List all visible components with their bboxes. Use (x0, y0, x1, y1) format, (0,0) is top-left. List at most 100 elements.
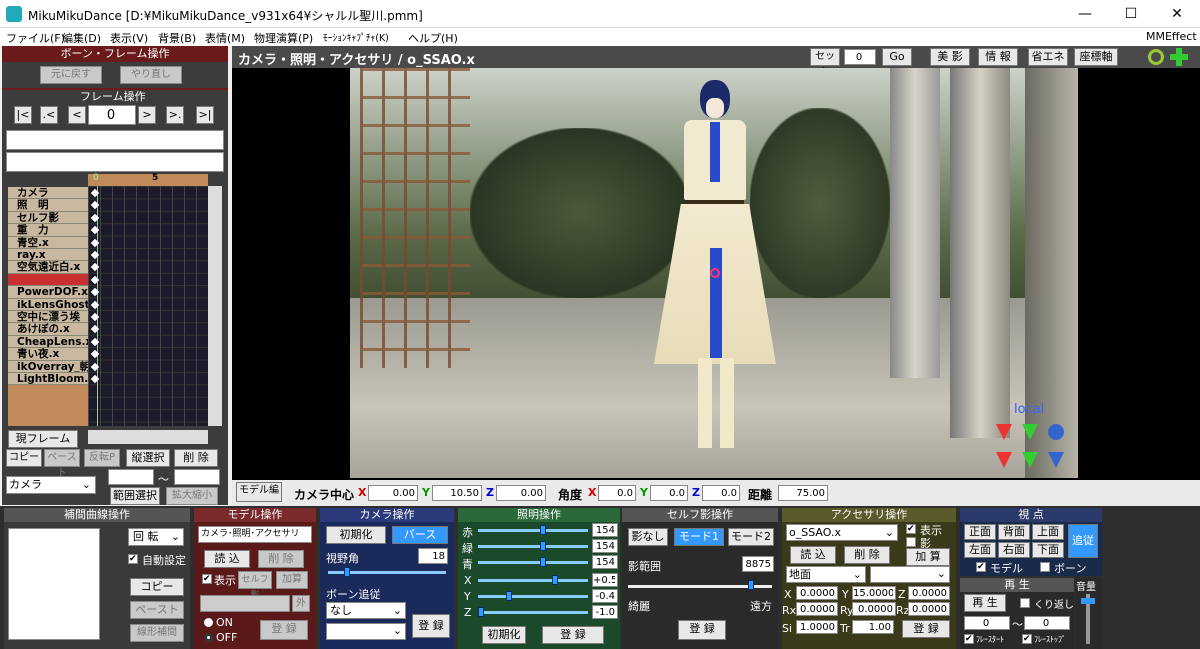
light-b-slider[interactable] (478, 561, 588, 564)
light-y-slider[interactable] (478, 595, 588, 598)
delete-frame-button[interactable]: 削 除 (174, 449, 218, 467)
track-row[interactable]: 空中に漂う埃 (8, 311, 88, 324)
acc-y-input[interactable] (852, 586, 896, 600)
center-x-input[interactable] (368, 485, 418, 501)
play-to-input[interactable] (1024, 616, 1070, 630)
move-cross-icon[interactable] (1170, 48, 1188, 66)
view-bone-checkbox[interactable] (1040, 562, 1050, 572)
acc-x-input[interactable] (796, 586, 838, 600)
track-row[interactable]: セルフ影 (8, 211, 88, 225)
model-add-button[interactable]: 加算 (276, 571, 308, 589)
first-frame-button[interactable]: |< (14, 106, 32, 124)
frame-stop-checkbox[interactable]: ✔ (1022, 634, 1032, 644)
acc-rz-input[interactable] (908, 602, 950, 616)
off-radio[interactable] (204, 633, 213, 642)
rotate-z-icon[interactable] (1048, 424, 1064, 440)
loop-checkbox[interactable] (1020, 598, 1030, 608)
accessory-shadow-checkbox[interactable] (906, 537, 916, 547)
follow-model-select[interactable]: なし ⌄ (326, 602, 406, 619)
set-button[interactable]: セット (810, 48, 840, 78)
menu-expression[interactable]: 表情(M) (205, 30, 245, 46)
column-select-button[interactable]: 縦選択 (126, 449, 170, 467)
light-g-slider[interactable] (478, 545, 588, 548)
view-right-button[interactable]: 右面 (998, 542, 1030, 558)
frame-number-input[interactable] (88, 105, 136, 125)
view-front-button[interactable]: 正面 (964, 524, 996, 540)
model-delete-button[interactable]: 削 除 (258, 550, 304, 568)
maximize-button[interactable]: ☐ (1108, 0, 1154, 28)
shadow-range-input[interactable] (742, 556, 774, 572)
eco-button[interactable]: 省エネ (1028, 48, 1068, 66)
go-button[interactable]: Go (882, 48, 912, 66)
center-z-input[interactable] (496, 485, 546, 501)
view-left-button[interactable]: 左面 (964, 542, 996, 558)
play-button[interactable]: 再 生 (964, 594, 1006, 612)
track-row[interactable]: 青空.x (8, 236, 88, 249)
next-key-button[interactable]: >. (166, 106, 184, 124)
mode1-button[interactable]: モード1 (674, 528, 724, 546)
menu-help[interactable]: ヘルプ(H) (408, 30, 458, 46)
acc-scale-input[interactable] (796, 620, 838, 634)
follow-bone-select[interactable]: ⌄ (326, 623, 406, 640)
light-x-slider[interactable] (478, 579, 588, 582)
minimize-button[interactable]: — (1062, 0, 1108, 28)
track-row[interactable]: CheapLens.x (8, 335, 88, 349)
camera-init-button[interactable]: 初期化 (326, 526, 386, 544)
light-x-input[interactable] (592, 573, 618, 587)
on-radio[interactable] (204, 618, 213, 627)
acc-ry-input[interactable] (852, 602, 896, 616)
menu-mmeffect[interactable]: MMEffect (1146, 30, 1197, 43)
accessory-delete-button[interactable]: 削 除 (844, 546, 890, 564)
track-row[interactable]: カメラ (8, 187, 88, 200)
interp-paste-button[interactable]: ペースト (130, 601, 184, 619)
close-button[interactable]: ✕ (1154, 0, 1200, 28)
track-row[interactable]: LightBloom.x (8, 373, 88, 386)
model-load-button[interactable]: 読 込 (204, 550, 250, 568)
distance-input[interactable] (778, 485, 828, 501)
menu-physics[interactable]: 物理演算(P) (254, 30, 313, 46)
track-row[interactable]: ikOverray_朝 (8, 360, 88, 373)
track-row[interactable]: ray.x (8, 249, 88, 262)
prev-frame-button[interactable]: < (68, 106, 86, 124)
acc-transparency-input[interactable] (852, 620, 894, 634)
reverse-paste-button[interactable]: 反転P (84, 449, 120, 467)
timeline-grid[interactable] (88, 186, 208, 426)
track-row[interactable]: 重 力 (8, 224, 88, 237)
accessory-add-button[interactable]: 加 算 (906, 548, 950, 566)
light-z-slider[interactable] (478, 611, 588, 614)
light-b-input[interactable] (592, 555, 618, 569)
accessory-load-button[interactable]: 読 込 (790, 546, 836, 564)
accessory-register-button[interactable]: 登 録 (902, 620, 950, 638)
model-select[interactable]: カメラ･照明･アクセサリ (198, 526, 312, 543)
model-register-button[interactable]: 登 録 (260, 620, 308, 640)
camera-register-button[interactable]: 登 録 (412, 614, 450, 638)
fov-input[interactable] (418, 548, 448, 564)
next-frame-button[interactable]: > (138, 106, 156, 124)
beautiful-shadow-button[interactable]: 美 影 (930, 48, 970, 66)
view-back-button[interactable]: 背面 (998, 524, 1030, 540)
track-row[interactable]: PowerDOF.x (8, 286, 88, 299)
view-follow-button[interactable]: 追従 (1068, 524, 1098, 558)
view-model-checkbox[interactable]: ✔ (976, 562, 986, 572)
center-bone-marker[interactable] (710, 268, 720, 278)
light-r-input[interactable] (592, 523, 618, 537)
interp-copy-button[interactable]: コピー (130, 578, 184, 596)
range-end-input[interactable] (174, 469, 220, 485)
set-frame-input[interactable] (844, 49, 876, 65)
track-row[interactable]: あけぼの.x (8, 323, 88, 336)
acc-rx-input[interactable] (796, 602, 838, 616)
menu-view[interactable]: 表示(V) (110, 30, 148, 46)
accessory-bone-select[interactable]: ⌄ (870, 566, 950, 583)
info-button[interactable]: 情 報 (978, 48, 1018, 66)
perspective-button[interactable]: パース (392, 526, 448, 544)
fov-slider-thumb[interactable] (344, 567, 350, 577)
track-row[interactable]: 空気遠近白.x (8, 261, 88, 274)
menu-motion-capture[interactable]: ﾓｰｼｮﾝｷｬﾌﾟﾁｬ(K) (323, 30, 389, 44)
prev-key-button[interactable]: .< (40, 106, 58, 124)
shadow-range-thumb[interactable] (748, 580, 754, 590)
track-row[interactable]: 青い夜.x (8, 348, 88, 361)
track-row[interactable]: 照 明 (8, 199, 88, 212)
menu-edit[interactable]: 編集(D) (62, 30, 101, 46)
light-init-button[interactable]: 初期化 (482, 626, 526, 644)
mode2-button[interactable]: モード2 (728, 528, 774, 546)
